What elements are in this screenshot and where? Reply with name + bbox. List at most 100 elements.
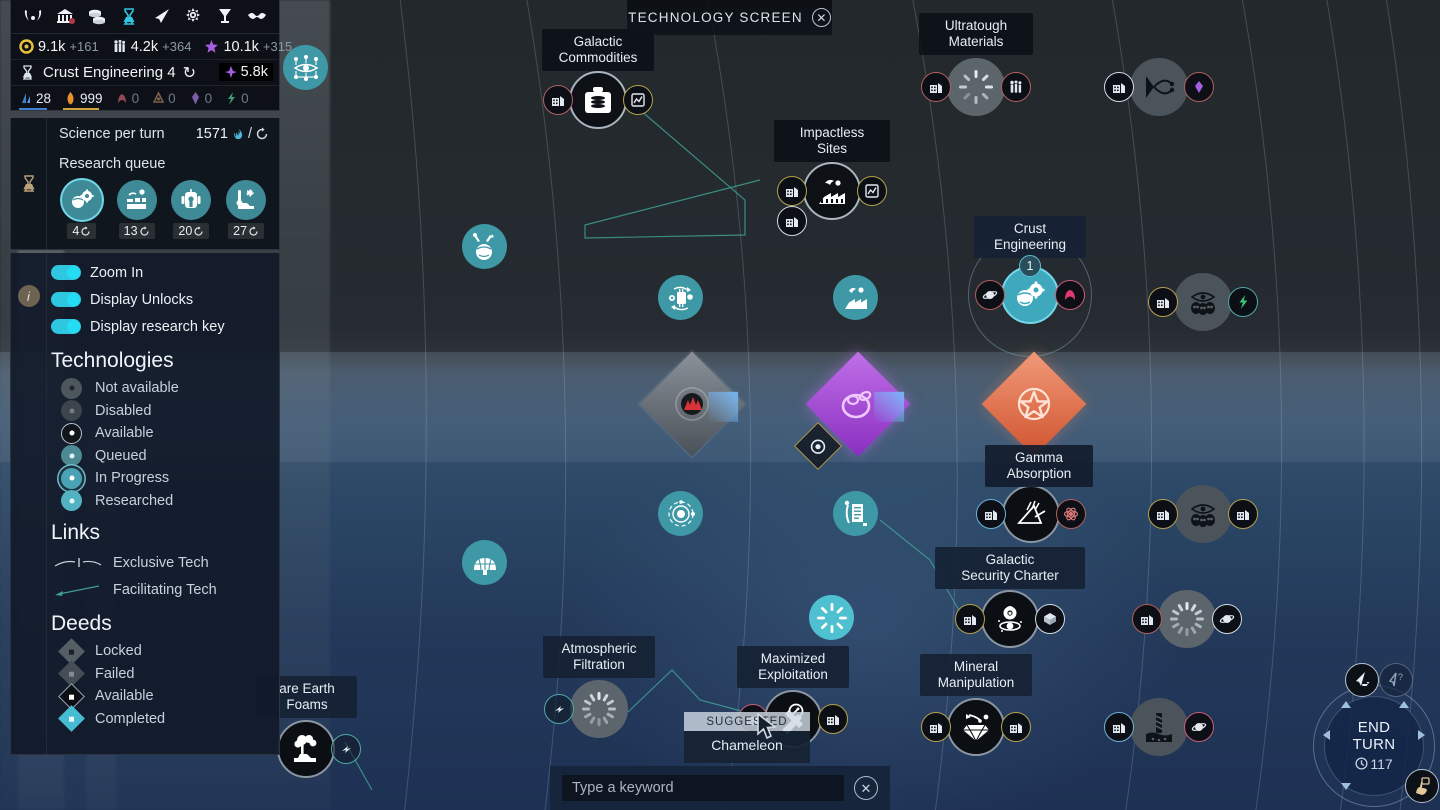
node-core[interactable] xyxy=(462,224,507,269)
node-core[interactable] xyxy=(1158,590,1216,648)
node-unlock-building[interactable] xyxy=(777,176,807,206)
node-core[interactable] xyxy=(981,590,1039,648)
money-stat[interactable]: 9.1k +161 xyxy=(19,39,99,55)
node-unlock-building-2[interactable] xyxy=(1228,499,1258,529)
node-unlock-building[interactable] xyxy=(1104,72,1134,102)
deed-microbe[interactable] xyxy=(793,351,911,471)
node-core[interactable] xyxy=(1130,698,1188,756)
tech-node-crust-engineering[interactable]: Crust Engineering 1 xyxy=(968,216,1092,357)
tech-node-atmospheric-filtration[interactable]: Atmospheric Filtration xyxy=(543,636,655,738)
node-unlock-gem[interactable] xyxy=(1184,72,1214,102)
node-unlock-building[interactable] xyxy=(1104,712,1134,742)
node-unlock-building[interactable] xyxy=(955,604,985,634)
node-unlock-planet[interactable] xyxy=(1212,604,1242,634)
toggle-display-research-key[interactable]: Display research key xyxy=(51,313,271,340)
node-unlock-people[interactable] xyxy=(1001,72,1031,102)
node-unlock-cube[interactable] xyxy=(1035,604,1065,634)
node-unlock-building-2[interactable] xyxy=(1001,712,1031,742)
node-unlock-energy[interactable] xyxy=(1228,287,1258,317)
queue-item-3[interactable]: 27 xyxy=(223,180,269,239)
tech-node-xeno-archive[interactable] xyxy=(1148,273,1258,331)
tech-node-particle-splitter[interactable] xyxy=(1104,58,1214,116)
deed-volcanic[interactable] xyxy=(639,351,745,457)
fire-resource[interactable]: 999 xyxy=(63,91,103,110)
node-core[interactable] xyxy=(1174,273,1232,331)
tech-node-mineral-manipulation[interactable]: Mineral Manipulation xyxy=(920,654,1032,756)
notifications-button[interactable] xyxy=(1405,769,1439,803)
node-unlock-building-2[interactable] xyxy=(818,704,848,734)
node-core[interactable] xyxy=(462,540,507,585)
queue-item-2[interactable]: 20 xyxy=(169,180,215,239)
node-core[interactable] xyxy=(1002,485,1060,543)
civics-icon[interactable] xyxy=(51,4,79,28)
node-unlock-building[interactable] xyxy=(1148,499,1178,529)
node-unlock-arc[interactable] xyxy=(1055,280,1085,310)
religion-icon[interactable] xyxy=(179,4,207,28)
node-core[interactable] xyxy=(1174,485,1232,543)
clear-search-icon[interactable]: ✕ xyxy=(854,776,878,800)
node-core[interactable] xyxy=(1130,58,1188,116)
tech-node-solar-array[interactable] xyxy=(809,595,854,640)
research-icon[interactable] xyxy=(115,4,143,28)
node-core[interactable] xyxy=(658,275,703,320)
influence-stat[interactable]: 10.1k +315 xyxy=(204,39,292,55)
info-icon[interactable]: i xyxy=(17,285,40,307)
queue-item-0[interactable]: 4 xyxy=(59,180,105,239)
tech-node-unknown-loading-right[interactable] xyxy=(1132,590,1242,648)
node-unlock-building[interactable] xyxy=(1148,287,1178,317)
node-core[interactable] xyxy=(833,491,878,536)
node-unlock-chart[interactable] xyxy=(623,85,653,115)
tech-node-research-lab[interactable] xyxy=(833,491,878,536)
search-input[interactable] xyxy=(562,775,844,801)
tech-node-galactic-security-charter[interactable]: Galactic Security Charter xyxy=(935,547,1085,648)
node-unlock-planet[interactable] xyxy=(1184,712,1214,742)
tech-node-deep-drilling[interactable] xyxy=(1104,698,1214,756)
tech-node-rare-earth-foams[interactable]: are Earth Foams xyxy=(257,676,361,778)
tech-node-light-refraction[interactable] xyxy=(976,485,1086,543)
toggle-display-unlocks[interactable]: Display Unlocks xyxy=(51,286,271,313)
toggle-zoom-in[interactable]: Zoom In xyxy=(51,259,271,286)
node-core[interactable] xyxy=(833,275,878,320)
copper-resource[interactable]: 0 xyxy=(151,91,176,106)
fame-icon[interactable] xyxy=(19,4,47,28)
node-unlock-building[interactable] xyxy=(1132,604,1162,634)
crystal-resource[interactable]: 0 xyxy=(188,91,212,106)
node-unlock-building[interactable] xyxy=(543,85,573,115)
node-core[interactable] xyxy=(570,680,628,738)
help-button[interactable]: ? xyxy=(1379,663,1413,697)
node-core[interactable] xyxy=(809,595,854,640)
node-unlock-atom[interactable] xyxy=(1056,499,1086,529)
node-unlock-arrow[interactable] xyxy=(331,734,361,764)
economy-icon[interactable] xyxy=(83,4,111,28)
node-unlock-arrow[interactable] xyxy=(544,694,574,724)
tech-node-ultratough-materials[interactable]: Ultratough Materials xyxy=(919,13,1033,116)
tech-node-terraforming[interactable] xyxy=(462,224,507,269)
tech-node-bio-dome[interactable] xyxy=(462,540,507,585)
node-unlock-building[interactable] xyxy=(976,499,1006,529)
node-core[interactable] xyxy=(803,162,861,220)
queue-item-1[interactable]: 13 xyxy=(114,180,160,239)
node-unlock-building[interactable] xyxy=(921,712,951,742)
node-unlock-chart[interactable] xyxy=(857,176,887,206)
node-unlock-building[interactable] xyxy=(921,72,951,102)
tech-node-impactless-sites[interactable]: Impactless Sites xyxy=(774,120,890,236)
diplomacy-icon[interactable] xyxy=(243,4,271,28)
population-stat[interactable]: 4.2k +364 xyxy=(112,39,191,55)
iron-resource[interactable]: 28 xyxy=(19,91,51,110)
deed-gamma-absorption[interactable]: Gamma Absorption xyxy=(981,351,1093,487)
node-core[interactable] xyxy=(569,71,627,129)
node-core[interactable] xyxy=(277,720,335,778)
horse-resource[interactable]: 0 xyxy=(115,91,139,106)
tech-node-observation-post[interactable] xyxy=(1148,485,1258,543)
next-unit-button[interactable] xyxy=(1345,663,1379,697)
tech-node-orbital-net[interactable] xyxy=(658,491,703,536)
close-icon[interactable]: ✕ xyxy=(811,8,831,27)
node-unlock-building-2[interactable] xyxy=(777,206,807,236)
current-research-bar[interactable]: Crust Engineering 4 ↻ 5.8k xyxy=(11,60,279,86)
energy-resource[interactable]: 0 xyxy=(224,91,249,106)
tech-node-galactic-commodities[interactable]: Galactic Commodities xyxy=(542,29,654,129)
cultures-icon[interactable] xyxy=(211,4,239,28)
tech-node-industry-tech[interactable] xyxy=(833,275,878,320)
node-core[interactable] xyxy=(947,58,1005,116)
node-core[interactable] xyxy=(947,698,1005,756)
